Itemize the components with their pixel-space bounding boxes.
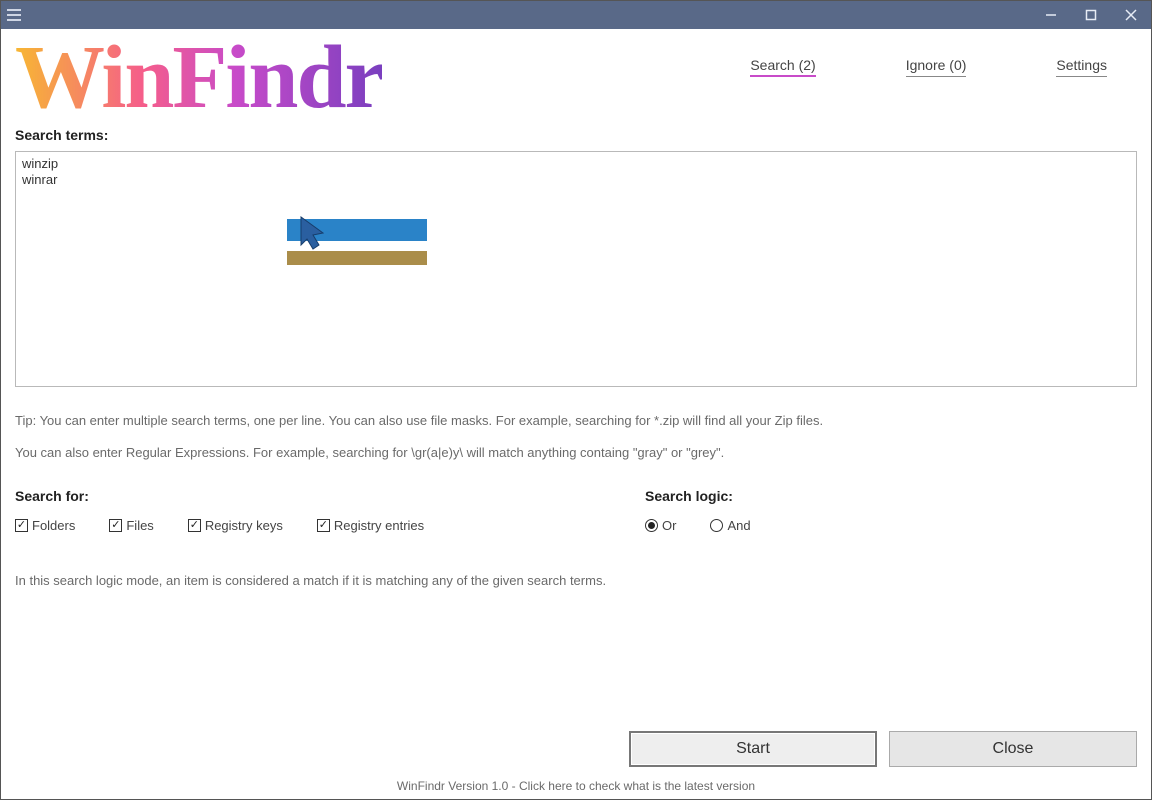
radio-label: And <box>727 518 750 533</box>
checkbox-files[interactable]: ✓ Files <box>109 518 153 533</box>
titlebar <box>1 1 1151 29</box>
window-controls <box>1031 1 1151 29</box>
checkbox-label: Registry keys <box>205 518 283 533</box>
app-logo: WinFindr <box>15 35 382 121</box>
tab-search[interactable]: Search (2) <box>750 57 815 77</box>
checkbox-registry-keys[interactable]: ✓ Registry keys <box>188 518 283 533</box>
close-button[interactable]: Close <box>889 731 1137 767</box>
checkbox-folders[interactable]: ✓ Folders <box>15 518 75 533</box>
checkbox-label: Registry entries <box>334 518 424 533</box>
minimize-button[interactable] <box>1031 1 1071 29</box>
footer-version-link[interactable]: WinFindr Version 1.0 - Click here to che… <box>1 779 1151 793</box>
check-icon: ✓ <box>317 519 330 532</box>
tab-ignore[interactable]: Ignore (0) <box>906 57 967 77</box>
check-icon: ✓ <box>109 519 122 532</box>
check-icon: ✓ <box>188 519 201 532</box>
logic-description: In this search logic mode, an item is co… <box>15 573 1137 588</box>
checkbox-label: Files <box>126 518 153 533</box>
checkbox-label: Folders <box>32 518 75 533</box>
check-icon: ✓ <box>15 519 28 532</box>
search-terms-input[interactable] <box>15 151 1137 387</box>
checkbox-registry-entries[interactable]: ✓ Registry entries <box>317 518 424 533</box>
tip-line-1: Tip: You can enter multiple search terms… <box>15 412 1137 430</box>
maximize-button[interactable] <box>1071 1 1111 29</box>
menu-icon[interactable] <box>7 9 21 21</box>
radio-or[interactable]: Or <box>645 518 676 533</box>
radio-label: Or <box>662 518 676 533</box>
radio-icon <box>645 519 658 532</box>
start-button[interactable]: Start <box>629 731 877 767</box>
nav-tabs: Search (2) Ignore (0) Settings <box>750 39 1137 77</box>
tab-settings[interactable]: Settings <box>1056 57 1107 77</box>
close-window-button[interactable] <box>1111 1 1151 29</box>
search-logic-label: Search logic: <box>645 488 751 504</box>
radio-and[interactable]: And <box>710 518 750 533</box>
radio-icon <box>710 519 723 532</box>
tip-line-2: You can also enter Regular Expressions. … <box>15 444 1137 462</box>
search-terms-label: Search terms: <box>15 127 1137 143</box>
search-for-label: Search for: <box>15 488 575 504</box>
